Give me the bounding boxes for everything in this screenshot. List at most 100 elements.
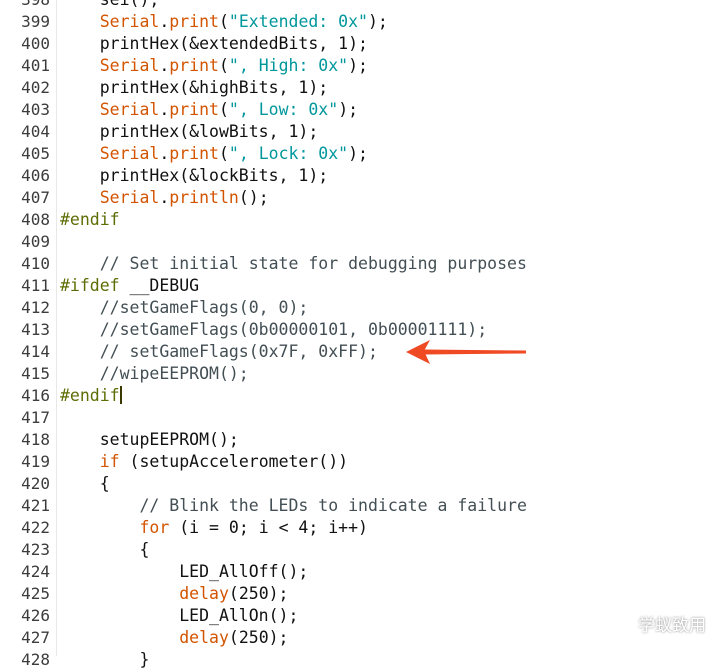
code-token: (250); xyxy=(228,628,289,647)
code-text[interactable]: setupEEPROM(); xyxy=(60,429,239,451)
code-text[interactable]: printHex(&extendedBits, 1); xyxy=(60,33,368,55)
code-text[interactable]: #endif xyxy=(60,209,120,231)
code-token: (); xyxy=(238,188,269,207)
code-line[interactable]: 402 printHex(&highBits, 1); xyxy=(0,77,722,99)
code-text[interactable]: delay(250); xyxy=(60,627,289,649)
code-line[interactable]: 423 { xyxy=(0,539,722,561)
code-text[interactable]: printHex(&lockBits, 1); xyxy=(60,165,328,187)
code-line[interactable]: 401 Serial.print(", High: 0x"); xyxy=(0,55,722,77)
code-text[interactable]: sei(); xyxy=(60,0,160,11)
code-text[interactable]: // setGameFlags(0x7F, 0xFF); xyxy=(60,341,378,363)
code-line[interactable]: 416 #endif xyxy=(0,385,722,407)
code-text[interactable]: Serial.print(", High: 0x"); xyxy=(60,55,368,77)
code-line[interactable]: 418 setupEEPROM(); xyxy=(0,429,722,451)
code-token: printHex(&highBits, 1); xyxy=(60,78,329,97)
code-line[interactable]: 413 //setGameFlags(0b00000101, 0b0000111… xyxy=(0,319,722,341)
code-token: ); xyxy=(348,144,368,163)
code-line[interactable]: 421 // Blink the LEDs to indicate a fail… xyxy=(0,495,722,517)
code-text[interactable]: { xyxy=(60,473,110,495)
code-line[interactable]: 406 printHex(&lockBits, 1); xyxy=(0,165,722,187)
line-number: 417 xyxy=(21,408,50,427)
code-token: sei(); xyxy=(60,0,160,9)
code-line[interactable]: 425 delay(250); xyxy=(0,583,722,605)
code-text[interactable]: LED_AllOn(); xyxy=(60,605,298,627)
code-line[interactable]: 407 Serial.println(); xyxy=(0,187,722,209)
code-text[interactable]: // Set initial state for debugging purpo… xyxy=(60,253,527,275)
code-text[interactable]: //setGameFlags(0, 0); xyxy=(60,297,309,319)
line-number: 405 xyxy=(21,144,50,163)
code-line[interactable]: 422 for (i = 0; i < 4; i++) xyxy=(0,517,722,539)
code-text[interactable]: LED_AllOff(); xyxy=(60,561,308,583)
code-line[interactable]: 399 Serial.print("Extended: 0x"); xyxy=(0,11,722,33)
code-token: // Set initial state for debugging purpo… xyxy=(60,254,527,273)
code-line[interactable]: 404 printHex(&lowBits, 1); xyxy=(0,121,722,143)
code-text[interactable]: delay(250); xyxy=(60,583,289,605)
line-number: 422 xyxy=(21,518,50,537)
code-line[interactable]: 420 { xyxy=(0,473,722,495)
code-text[interactable]: Serial.println(); xyxy=(60,187,269,209)
code-token: LED_AllOff(); xyxy=(60,562,309,581)
code-line[interactable]: 415 //wipeEEPROM(); xyxy=(0,363,722,385)
code-text[interactable]: if (setupAccelerometer()) xyxy=(60,451,348,473)
line-number: 423 xyxy=(21,540,50,559)
code-token: Serial xyxy=(99,12,160,31)
code-line[interactable]: 417 xyxy=(0,407,722,429)
arrow-shaft xyxy=(424,349,526,355)
code-text[interactable]: Serial.print(", Lock: 0x"); xyxy=(60,143,368,165)
code-token: //wipeEEPROM(); xyxy=(60,364,249,383)
code-line[interactable]: 410 // Set initial state for debugging p… xyxy=(0,253,722,275)
code-line[interactable]: 403 Serial.print(", Low: 0x"); xyxy=(0,99,722,121)
line-number: 424 xyxy=(21,562,50,581)
line-number: 425 xyxy=(21,584,50,603)
line-number: 419 xyxy=(21,452,50,471)
code-line[interactable]: 405 Serial.print(", Lock: 0x"); xyxy=(0,143,722,165)
code-token: LED_AllOn(); xyxy=(60,606,299,625)
code-token: ", High: 0x" xyxy=(228,56,349,75)
code-text[interactable]: #ifdef __DEBUG xyxy=(60,275,199,297)
code-token: #endif xyxy=(60,210,120,229)
code-text[interactable]: // Blink the LEDs to indicate a failure xyxy=(60,495,527,517)
code-text[interactable]: } xyxy=(60,649,149,671)
code-line[interactable]: 398 sei(); xyxy=(0,0,722,11)
wechat-icon xyxy=(606,613,631,633)
code-line[interactable]: 414 // setGameFlags(0x7F, 0xFF); xyxy=(0,341,722,363)
watermark: 学蚁致用 xyxy=(606,611,706,636)
code-token: print xyxy=(169,56,219,75)
code-text[interactable]: for (i = 0; i < 4; i++) xyxy=(60,517,368,539)
code-token: (250); xyxy=(228,584,289,603)
line-number: 400 xyxy=(21,34,50,53)
code-line[interactable]: 419 if (setupAccelerometer()) xyxy=(0,451,722,473)
code-line[interactable]: 424 LED_AllOff(); xyxy=(0,561,722,583)
code-token: . xyxy=(159,144,170,163)
code-token: #ifdef xyxy=(60,276,120,295)
code-text[interactable]: printHex(&highBits, 1); xyxy=(60,77,328,99)
code-token: delay xyxy=(179,584,229,603)
code-line[interactable]: 412 //setGameFlags(0, 0); xyxy=(0,297,722,319)
code-line[interactable]: 400 printHex(&extendedBits, 1); xyxy=(0,33,722,55)
line-number: 412 xyxy=(21,298,50,317)
code-text[interactable]: Serial.print(", Low: 0x"); xyxy=(60,99,358,121)
code-token: ); xyxy=(338,100,359,119)
code-token: . xyxy=(159,56,170,75)
code-text[interactable]: Serial.print("Extended: 0x"); xyxy=(60,11,388,33)
code-line[interactable]: 409 xyxy=(0,231,722,253)
code-token: printHex(&extendedBits, 1); xyxy=(60,34,368,53)
code-token: // Blink the LEDs to indicate a failure xyxy=(60,496,527,515)
code-text[interactable]: printHex(&lowBits, 1); xyxy=(60,121,319,143)
line-number: 413 xyxy=(21,320,50,339)
code-lines: 398 sei();399 Serial.print("Extended: 0x… xyxy=(0,0,722,671)
code-line[interactable]: 411 #ifdef __DEBUG xyxy=(0,275,722,297)
code-token: Serial xyxy=(99,56,160,75)
code-text[interactable]: //wipeEEPROM(); xyxy=(60,363,249,385)
code-editor[interactable]: 398 sei();399 Serial.print("Extended: 0x… xyxy=(0,0,722,669)
code-token: "Extended: 0x" xyxy=(228,12,368,31)
code-text[interactable]: { xyxy=(60,539,149,561)
code-line[interactable]: 408 #endif xyxy=(0,209,722,231)
code-line[interactable]: 428 } xyxy=(0,649,722,671)
code-text[interactable]: #endif xyxy=(60,385,122,407)
code-token: . xyxy=(159,100,170,119)
